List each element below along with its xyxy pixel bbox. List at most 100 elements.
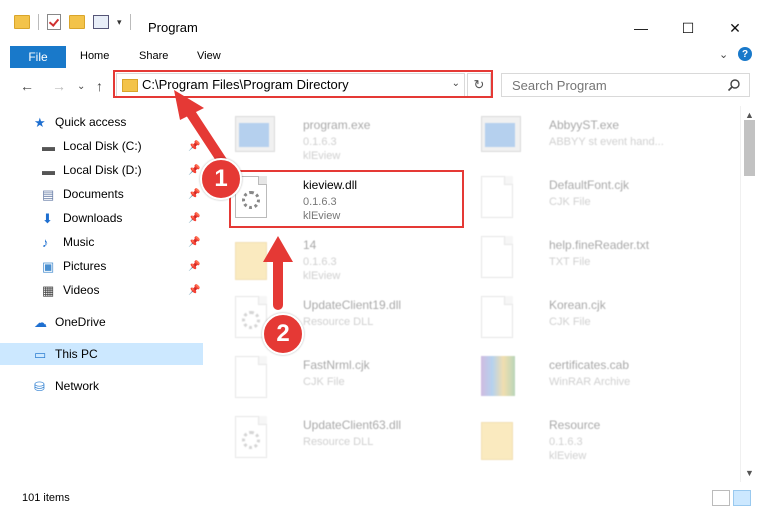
file-name: 14 [303,238,317,252]
network-icon: ⛁ [34,378,45,394]
music-icon: ♪ [42,234,49,250]
step-2-badge: 2 [262,313,304,355]
nav-item-local-disk-c[interactable]: ▬ Local Disk (C:) 📌 [0,135,203,157]
file-item[interactable]: DefaultFont.cjk CJK File [477,172,717,228]
nav-item-network[interactable]: ⛁ Network [0,375,203,397]
nav-item-downloads[interactable]: ⬇ Downloads 📌 [0,207,203,229]
item-count: 101 items [22,492,70,504]
quick-access-toolbar: ▾ [14,14,131,30]
file-detail: WinRAR Archive [549,376,631,388]
file-item[interactable]: AbbyyST.exe ABBYY st event hand... [477,112,717,168]
drive-icon: ▬ [42,162,55,178]
pin-icon: 📌 [188,284,201,296]
nav-item-documents[interactable]: ▤ Documents 📌 [0,183,203,205]
cloud-icon: ☁ [34,314,47,330]
nav-item-label: Documents [63,187,124,201]
new-folder-icon[interactable] [69,15,85,29]
file-highlight [229,170,464,228]
file-item[interactable]: Korean.cjk CJK File [477,292,717,348]
file-detail: CJK File [549,196,591,208]
file-item[interactable]: Resource 0.1.6.3 klEview [477,412,717,468]
file-name: certificates.cab [549,358,630,372]
close-button[interactable]: ✕ [712,14,758,42]
status-bar: 101 items [0,484,769,521]
pin-icon: 📌 [188,140,201,152]
tab-file[interactable]: File [10,46,66,68]
expand-ribbon-chevron-icon[interactable]: ⌄ [719,48,728,61]
file-name: FastNrml.cjk [303,358,370,372]
file-detail: TXT File [549,256,591,268]
tab-share[interactable]: Share [139,50,168,62]
file-detail: 0.1.6.3 [303,256,337,268]
help-icon[interactable]: ? [738,47,752,61]
properties-icon[interactable] [93,15,109,29]
nav-item-this-pc[interactable]: ▭ This PC [0,343,203,365]
file-detail: Resource DLL [303,436,374,448]
tab-view[interactable]: View [197,50,221,62]
tab-home[interactable]: Home [80,50,109,62]
divider [38,14,39,30]
minimize-button[interactable]: — [618,14,664,42]
navigation-pane: ★ Quick access ▬ Local Disk (C:) 📌 ▬ Local Dis… [0,106,205,482]
nav-item-pictures[interactable]: ▣ Pictures 📌 [0,255,203,277]
large-icons-view-icon[interactable] [733,490,751,506]
customize-toolbar-chevron-icon[interactable]: ▾ [117,17,122,28]
file-company: klEview [549,450,587,462]
file-item[interactable]: FastNrml.cjk CJK File [231,352,471,408]
nav-item-quick-access[interactable]: ★ Quick access [0,111,203,133]
file-detail: 0.1.6.3 [549,436,583,448]
search-icon[interactable] [727,78,741,92]
pin-icon: 📌 [188,212,201,224]
scroll-up-arrow-icon[interactable]: ▲ [745,110,754,120]
file-item[interactable]: UpdateClient63.dll Resource DLL [231,412,471,468]
pictures-icon: ▣ [42,258,55,274]
exe-icon [481,116,521,160]
forward-button[interactable]: → [52,78,66,94]
nav-item-label: Local Disk (D:) [63,163,142,177]
file-name: help.fineReader.txt [549,238,650,252]
file-name: program.exe [303,118,371,132]
nav-item-label: Quick access [55,115,127,129]
properties-check-icon[interactable] [47,14,61,30]
nav-item-label: This PC [55,347,98,361]
search-box[interactable] [501,73,750,97]
step-1-badge: 1 [200,158,242,200]
nav-item-onedrive[interactable]: ☁ OneDrive [0,311,203,333]
nav-item-label: Videos [63,283,100,297]
file-company: klEview [303,270,341,282]
ribbon-tabs: File Home Share View ⌄ [0,43,769,70]
search-input[interactable] [510,77,714,94]
file-icon [235,356,275,400]
pin-icon: 📌 [188,236,201,248]
file-item[interactable]: certificates.cab WinRAR Archive [477,352,717,408]
back-button[interactable]: ← [20,78,34,94]
scroll-down-arrow-icon[interactable]: ▼ [745,468,754,478]
file-detail: CJK File [549,316,591,328]
vertical-scrollbar[interactable]: ▲ ▼ [740,106,758,482]
pin-icon: 📌 [188,188,201,200]
scrollbar-thumb[interactable] [744,120,755,176]
up-button[interactable]: ↑ [96,78,103,94]
pin-icon: 📌 [188,260,201,272]
file-detail: ABBYY st event hand... [549,136,664,148]
maximize-button[interactable]: ☐ [665,14,711,42]
nav-item-videos[interactable]: ▦ Videos 📌 [0,279,203,301]
file-icon [481,236,521,280]
videos-icon: ▦ [42,282,55,298]
nav-item-label: OneDrive [55,315,106,329]
nav-item-local-disk-d[interactable]: ▬ Local Disk (D:) 📌 [0,159,203,181]
file-name: DefaultFont.cjk [549,178,630,192]
nav-item-label: Music [63,235,95,249]
file-item[interactable]: help.fineReader.txt TXT File [477,232,717,288]
title-bar: ▾ Program — ☐ ✕ [0,0,769,43]
nav-item-music[interactable]: ♪ Music 📌 [0,231,203,253]
dll-icon [235,416,275,460]
download-icon: ⬇ [42,210,53,226]
documents-icon: ▤ [42,186,55,202]
file-name: Korean.cjk [549,298,606,312]
details-view-icon[interactable] [712,490,730,506]
recent-locations-chevron-icon[interactable]: ⌄ [77,81,85,92]
file-item[interactable]: program.exe 0.1.6.3 klEview [231,112,471,168]
file-item[interactable]: 14 0.1.6.3 klEview [231,232,471,288]
winrar-icon [481,356,521,400]
